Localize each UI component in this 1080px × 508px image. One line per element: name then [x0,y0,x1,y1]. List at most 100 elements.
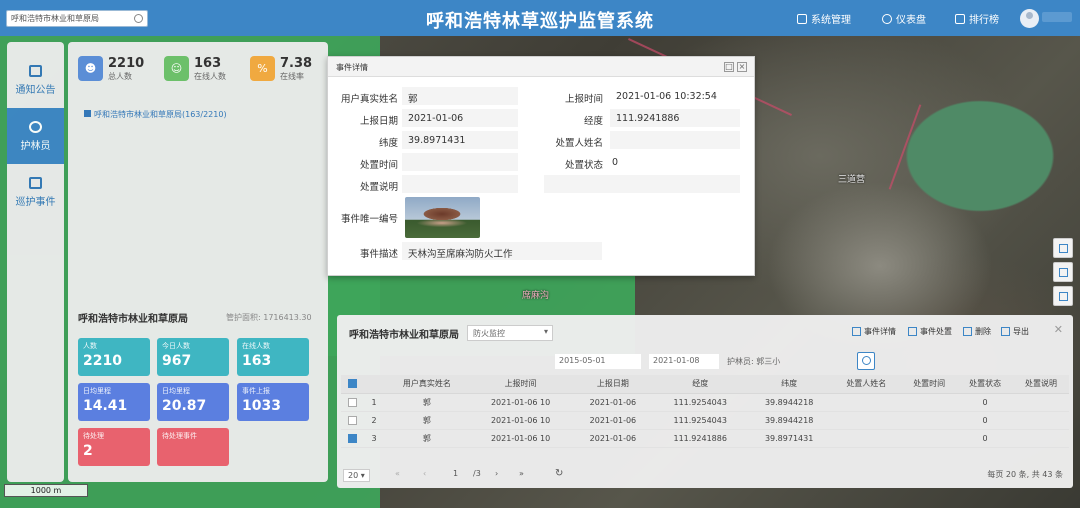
date-start-input[interactable]: 2015-05-01 [555,354,641,369]
table-header-row: 用户真实姓名 上报时间 上报日期 经度 纬度 处置人姓名 处置时间 处置状态 处… [341,375,1069,394]
stat-card[interactable]: 今日人数 967 [157,338,229,376]
select-all-checkbox[interactable] [347,379,357,389]
column-header[interactable]: 纬度 [746,375,832,394]
layer-icon [1059,268,1068,277]
stat-card[interactable]: 人数 2210 [78,338,150,376]
stat-card[interactable]: 事件上报 1033 [237,383,309,421]
page-size-select[interactable]: 20 ▾ [343,469,370,482]
stat-total: ☻ 2210 总人数 [78,56,144,82]
card-label: 今日人数 [162,342,190,350]
column-header[interactable]: 处置人姓名 [831,375,902,394]
column-header[interactable]: 上报时间 [468,375,573,394]
org-tree-node[interactable]: 呼和浩特市林业和草原局(163/2210) [84,109,227,120]
cell-lat: 39.8971431 [746,429,832,448]
menu-item-notice[interactable]: 通知公告 [7,52,64,108]
date-value: 2015-05-01 [559,356,606,365]
stat-card[interactable]: 在线人数 163 [237,338,309,376]
field-label: 上报时间 [564,94,603,105]
tree-node-label: 呼和浩特市林业和草原局(163/2210) [94,110,227,119]
field-label: 事件唯一编号 [340,214,398,225]
row-checkbox-cell[interactable] [341,411,363,430]
username-blurred[interactable] [1042,12,1072,22]
column-header[interactable]: 处置说明 [1013,375,1069,394]
column-header[interactable]: 上报日期 [572,375,654,394]
current-page-input[interactable]: 1 [453,469,458,478]
stat-card[interactable]: 待处理事件 [157,428,229,466]
map-measure-button[interactable] [1053,286,1073,306]
table-row[interactable]: 1 郭 2021-01-06 10 2021-01-06 111.9254043… [341,393,1069,412]
tool-label: 事件详情 [864,327,896,336]
search-button[interactable] [857,352,875,370]
field-value: 2021-01-06 10:32:54 [616,91,717,102]
event-list-panel: 呼和浩特市林业和草原局 防火监控 ▾ 事件详情 事件处置 删除 导出 ✕ 201… [337,315,1073,488]
card-label: 待处理 [83,432,104,440]
ranger-panel: ☻ 2210 总人数 ☺ 163 在线人数 % 7.38 在线率 呼和浩特市林业… [68,42,328,482]
menu-item-patrol-event[interactable]: 巡护事件 [7,164,64,220]
close-icon[interactable]: × [737,62,747,72]
delete-button[interactable]: 删除 [963,326,991,337]
cell-handler [831,393,902,412]
map-layer-button[interactable] [1053,262,1073,282]
event-detail-button[interactable]: 事件详情 [852,326,896,337]
stat-card[interactable]: 日均里程 20.87 [157,383,229,421]
stat-card[interactable]: 待处理 2 [78,428,150,466]
event-photo[interactable] [405,197,480,238]
ranger-filter[interactable]: 护林员: 郭三小 [723,354,848,369]
card-label: 人数 [83,342,97,350]
category-select[interactable]: 防火监控 ▾ [467,325,553,341]
maximize-icon[interactable]: □ [724,62,734,72]
tool-label: 删除 [975,327,991,336]
refresh-icon[interactable]: ↻ [555,468,563,479]
field-box [610,131,740,149]
next-page-icon[interactable]: › [495,469,498,478]
nav-ranking[interactable]: 排行榜 [955,11,999,26]
nav-dashboard[interactable]: 仪表盘 [882,11,926,26]
field-value: 39.8971431 [408,135,466,146]
card-label: 事件上报 [242,387,270,395]
row-checkbox[interactable] [347,397,357,407]
column-header[interactable]: 处置状态 [957,375,1014,394]
total-pages-label: /3 [473,469,481,478]
date-end-input[interactable]: 2021-01-08 [649,354,719,369]
row-checkbox[interactable] [347,433,357,443]
select-all-cell[interactable] [341,375,363,394]
stat-card[interactable]: 日均里程 14.41 [78,383,150,421]
column-header[interactable]: 处置时间 [901,375,958,394]
cell-htime [901,411,958,430]
field-label: 处置状态 [564,160,603,171]
avatar[interactable] [1020,9,1039,28]
last-page-icon[interactable]: » [519,469,524,478]
card-label: 在线人数 [242,342,270,350]
cell-name: 郭 [385,393,469,412]
row-checkbox-cell[interactable] [341,393,363,412]
menu-item-ranger[interactable]: 护林员 [7,108,64,164]
cell-lng: 111.9241886 [653,429,747,448]
card-label: 待处理事件 [162,432,197,440]
nav-system-manage[interactable]: 系统管理 [797,11,851,26]
prev-page-icon[interactable]: ‹ [423,469,426,478]
card-label: 日均里程 [83,387,111,395]
row-checkbox-cell[interactable] [341,429,363,448]
event-handle-button[interactable]: 事件处置 [908,326,952,337]
table-row[interactable]: 3 郭 2021-01-06 10 2021-01-06 111.9241886… [341,429,1069,448]
cell-time: 2021-01-06 10 [468,429,573,448]
first-page-icon[interactable]: « [395,469,400,478]
map-scale-bar: 1000 m [4,484,88,497]
table-row[interactable]: 2 郭 2021-01-06 10 2021-01-06 111.9254043… [341,411,1069,430]
cell-lng: 111.9254043 [653,393,747,412]
row-checkbox[interactable] [347,415,357,425]
delete-icon [963,327,972,336]
export-button[interactable]: 导出 [1001,326,1029,337]
nav-label: 排行榜 [969,15,999,26]
home-icon [797,13,807,24]
close-icon[interactable]: ✕ [1054,323,1063,336]
cell-status: 0 [957,393,1014,412]
field-value: 郭 [408,94,418,105]
map-fullscreen-button[interactable] [1053,238,1073,258]
column-header[interactable]: 用户真实姓名 [385,375,469,394]
column-header[interactable]: 经度 [653,375,747,394]
cell-htime [901,429,958,448]
card-label: 日均里程 [162,387,190,395]
cell-date: 2021-01-06 [572,393,654,412]
export-icon [1001,327,1010,336]
